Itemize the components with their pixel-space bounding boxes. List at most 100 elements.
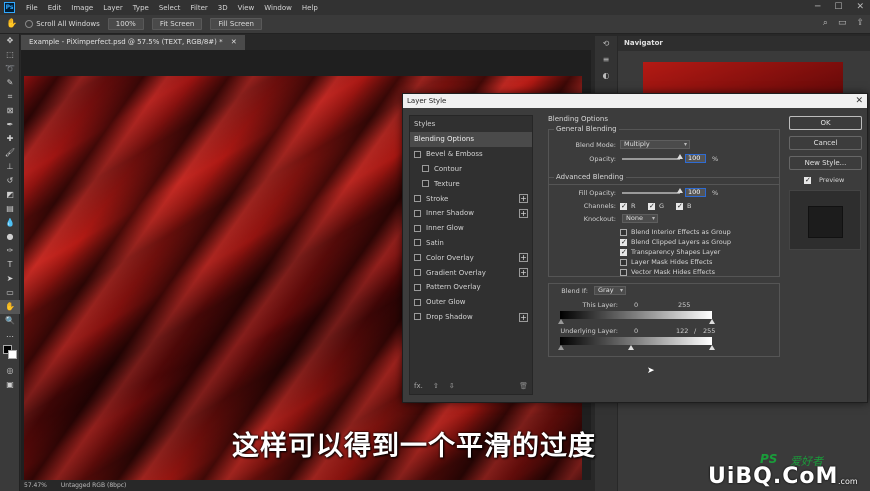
scroll-all-checkbox[interactable] xyxy=(25,20,34,28)
new-style-button[interactable]: New Style... xyxy=(789,156,862,170)
workspace-icon[interactable]: ▭ xyxy=(838,18,847,28)
style-item-drop-shadow[interactable]: Drop Shadow + xyxy=(410,310,532,325)
more-tools-icon[interactable]: … xyxy=(0,328,20,342)
frame-tool-icon[interactable]: ⊠ xyxy=(0,104,20,118)
underlying-split-slider[interactable] xyxy=(628,345,634,350)
this-layer-white-slider[interactable] xyxy=(709,319,715,324)
style-checkbox[interactable] xyxy=(414,254,421,262)
hand-tool-icon[interactable]: ✋ xyxy=(6,19,17,29)
styles-header[interactable]: Styles xyxy=(410,116,532,132)
style-checkbox[interactable] xyxy=(414,224,421,232)
color-swatches-icon[interactable] xyxy=(0,342,20,364)
preview-checkbox[interactable]: Preview xyxy=(804,176,863,184)
menu-window[interactable]: Window xyxy=(259,4,297,12)
dodge-tool-icon[interactable]: ● xyxy=(0,230,20,244)
dialog-titlebar[interactable]: Layer Style ✕ xyxy=(403,94,867,108)
style-item-bevel-emboss[interactable]: Bevel & Emboss xyxy=(410,147,532,162)
add-effect-icon[interactable]: + xyxy=(519,194,528,204)
navigator-tab[interactable]: Navigator xyxy=(618,36,870,51)
menu-type[interactable]: Type xyxy=(128,4,154,12)
fill-opacity-slider-thumb[interactable] xyxy=(677,188,683,193)
ok-button[interactable]: OK xyxy=(789,116,862,130)
menu-help[interactable]: Help xyxy=(297,4,323,12)
lasso-tool-icon[interactable]: ➰ xyxy=(0,62,20,76)
path-select-tool-icon[interactable]: ➤ xyxy=(0,272,20,286)
channel-b-checkbox[interactable]: B xyxy=(676,202,691,210)
fill-screen-button[interactable]: Fill Screen xyxy=(210,18,262,30)
brush-tool-icon[interactable]: 🖌 xyxy=(0,146,20,160)
blend-interior-checkbox[interactable]: Blend Interior Effects as Group xyxy=(620,228,731,236)
stamp-tool-icon[interactable]: ⊥ xyxy=(0,160,20,174)
history-panel-icon[interactable]: ⟲ xyxy=(595,36,617,52)
blur-tool-icon[interactable]: 💧 xyxy=(0,216,20,230)
style-checkbox[interactable] xyxy=(414,298,421,306)
eraser-tool-icon[interactable]: ◩ xyxy=(0,188,20,202)
marquee-tool-icon[interactable]: ⬚ xyxy=(0,48,20,62)
opacity-input[interactable]: 100 xyxy=(685,154,706,163)
gradient-tool-icon[interactable]: ▤ xyxy=(0,202,20,216)
style-item-pattern-overlay[interactable]: Pattern Overlay xyxy=(410,280,532,295)
minimize-icon[interactable]: ─ xyxy=(815,2,820,12)
move-down-icon[interactable]: ⇩ xyxy=(449,382,455,390)
this-layer-gradient[interactable] xyxy=(560,311,712,319)
maximize-icon[interactable]: ☐ xyxy=(834,2,842,12)
hand-tool-icon[interactable]: ✋ xyxy=(0,300,20,314)
style-item-stroke[interactable]: Stroke + xyxy=(410,191,532,206)
screen-mode-icon[interactable]: ▣ xyxy=(0,378,20,392)
menu-select[interactable]: Select xyxy=(154,4,186,12)
add-effect-icon[interactable]: + xyxy=(519,208,528,218)
move-tool-icon[interactable]: ✥ xyxy=(0,34,20,48)
style-item-contour[interactable]: Contour xyxy=(410,162,532,177)
opacity-slider-thumb[interactable] xyxy=(677,154,683,159)
quick-select-tool-icon[interactable]: ✎ xyxy=(0,76,20,90)
blend-mode-select[interactable]: Multiply xyxy=(620,140,690,149)
underlying-gradient[interactable] xyxy=(560,337,712,345)
share-icon[interactable]: ⇪ xyxy=(856,18,864,28)
quick-mask-icon[interactable]: ◎ xyxy=(0,364,20,378)
menu-layer[interactable]: Layer xyxy=(98,4,128,12)
style-checkbox[interactable] xyxy=(414,209,421,217)
transparency-shapes-checkbox[interactable]: Transparency Shapes Layer xyxy=(620,248,720,256)
fx-icon[interactable]: fx. xyxy=(414,382,423,390)
zoom-100-button[interactable]: 100% xyxy=(107,18,144,30)
style-checkbox[interactable] xyxy=(414,150,421,158)
vector-mask-hides-checkbox[interactable]: Vector Mask Hides Effects xyxy=(620,268,715,276)
fill-opacity-input[interactable]: 100 xyxy=(685,188,706,197)
pen-tool-icon[interactable]: ✑ xyxy=(0,244,20,258)
close-icon[interactable]: ✕ xyxy=(856,2,864,12)
move-up-icon[interactable]: ⇧ xyxy=(433,382,439,390)
zoom-tool-icon[interactable]: 🔍 xyxy=(0,314,20,328)
style-item-outer-glow[interactable]: Outer Glow xyxy=(410,295,532,310)
search-icon[interactable]: ⌕ xyxy=(823,18,828,28)
menu-view[interactable]: View xyxy=(233,4,260,12)
shape-tool-icon[interactable]: ▭ xyxy=(0,286,20,300)
style-checkbox[interactable] xyxy=(414,283,421,291)
document-tab[interactable]: Example - PiXimperfect.psd @ 57.5% (TEXT… xyxy=(21,35,245,50)
channel-g-checkbox[interactable]: G xyxy=(648,202,664,210)
menu-image[interactable]: Image xyxy=(66,4,98,12)
crop-tool-icon[interactable]: ⌗ xyxy=(0,90,20,104)
style-item-texture[interactable]: Texture xyxy=(410,176,532,191)
trash-icon[interactable]: 🗑 xyxy=(519,382,528,390)
fit-screen-button[interactable]: Fit Screen xyxy=(151,18,203,30)
style-checkbox[interactable] xyxy=(414,195,421,203)
eyedropper-tool-icon[interactable]: ✒ xyxy=(0,118,20,132)
style-item-inner-glow[interactable]: Inner Glow xyxy=(410,221,532,236)
close-icon[interactable]: ✕ xyxy=(855,94,863,108)
healing-tool-icon[interactable]: ✚ xyxy=(0,132,20,146)
history-brush-tool-icon[interactable]: ↺ xyxy=(0,174,20,188)
zoom-status[interactable]: 57.47% xyxy=(24,482,47,489)
this-layer-black-slider[interactable] xyxy=(558,319,564,324)
style-item-blending-options[interactable]: Blending Options xyxy=(410,132,532,147)
blend-if-select[interactable]: Gray xyxy=(594,286,626,295)
style-item-inner-shadow[interactable]: Inner Shadow + xyxy=(410,206,532,221)
style-checkbox[interactable] xyxy=(414,313,421,321)
cancel-button[interactable]: Cancel xyxy=(789,136,862,150)
preview-check[interactable] xyxy=(804,176,811,184)
channel-r-checkbox[interactable]: R xyxy=(620,202,636,210)
style-item-satin[interactable]: Satin xyxy=(410,236,532,251)
style-checkbox[interactable] xyxy=(414,239,421,247)
fill-opacity-slider[interactable] xyxy=(622,192,680,194)
underlying-black-slider[interactable] xyxy=(558,345,564,350)
menu-3d[interactable]: 3D xyxy=(213,4,233,12)
